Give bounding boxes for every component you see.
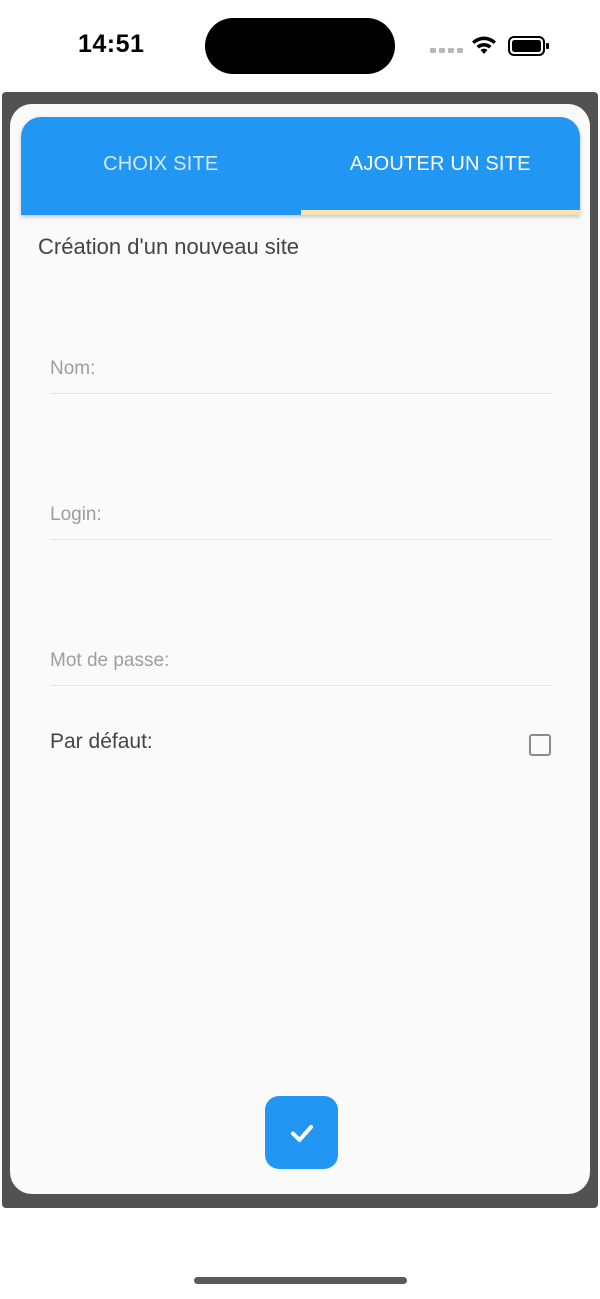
password-field[interactable]	[50, 637, 553, 685]
tab-ajouter-un-site-label: AJOUTER UN SITE	[349, 152, 531, 175]
login-field-wrapper	[50, 491, 553, 540]
check-icon	[290, 1124, 313, 1142]
submit-button[interactable]	[265, 1096, 338, 1169]
tab-bar: CHOIX SITE AJOUTER UN SITE	[21, 117, 580, 215]
default-checkbox[interactable]	[529, 734, 551, 756]
status-time: 14:51	[78, 30, 145, 58]
login-field[interactable]	[50, 491, 553, 539]
battery-icon	[508, 36, 549, 56]
name-field-wrapper	[50, 345, 553, 394]
add-site-dialog: CHOIX SITE AJOUTER UN SITE Création d'un…	[10, 104, 590, 1194]
name-field[interactable]	[50, 345, 553, 393]
status-bar: 14:51	[0, 0, 600, 92]
cellular-signal-icon	[430, 48, 463, 53]
password-field-wrapper	[50, 637, 553, 686]
dynamic-island	[205, 18, 395, 74]
dialog-overlay: CHOIX SITE AJOUTER UN SITE Création d'un…	[2, 92, 598, 1208]
default-row: Par défaut:	[50, 724, 553, 764]
wifi-icon	[472, 36, 496, 54]
tab-choix-site[interactable]: CHOIX SITE	[21, 117, 301, 215]
default-label: Par défaut:	[50, 730, 153, 753]
home-indicator	[194, 1277, 407, 1284]
active-tab-indicator	[300, 210, 580, 215]
tab-ajouter-un-site[interactable]: AJOUTER UN SITE	[300, 117, 580, 215]
form-heading: Création d'un nouveau site	[38, 234, 300, 259]
